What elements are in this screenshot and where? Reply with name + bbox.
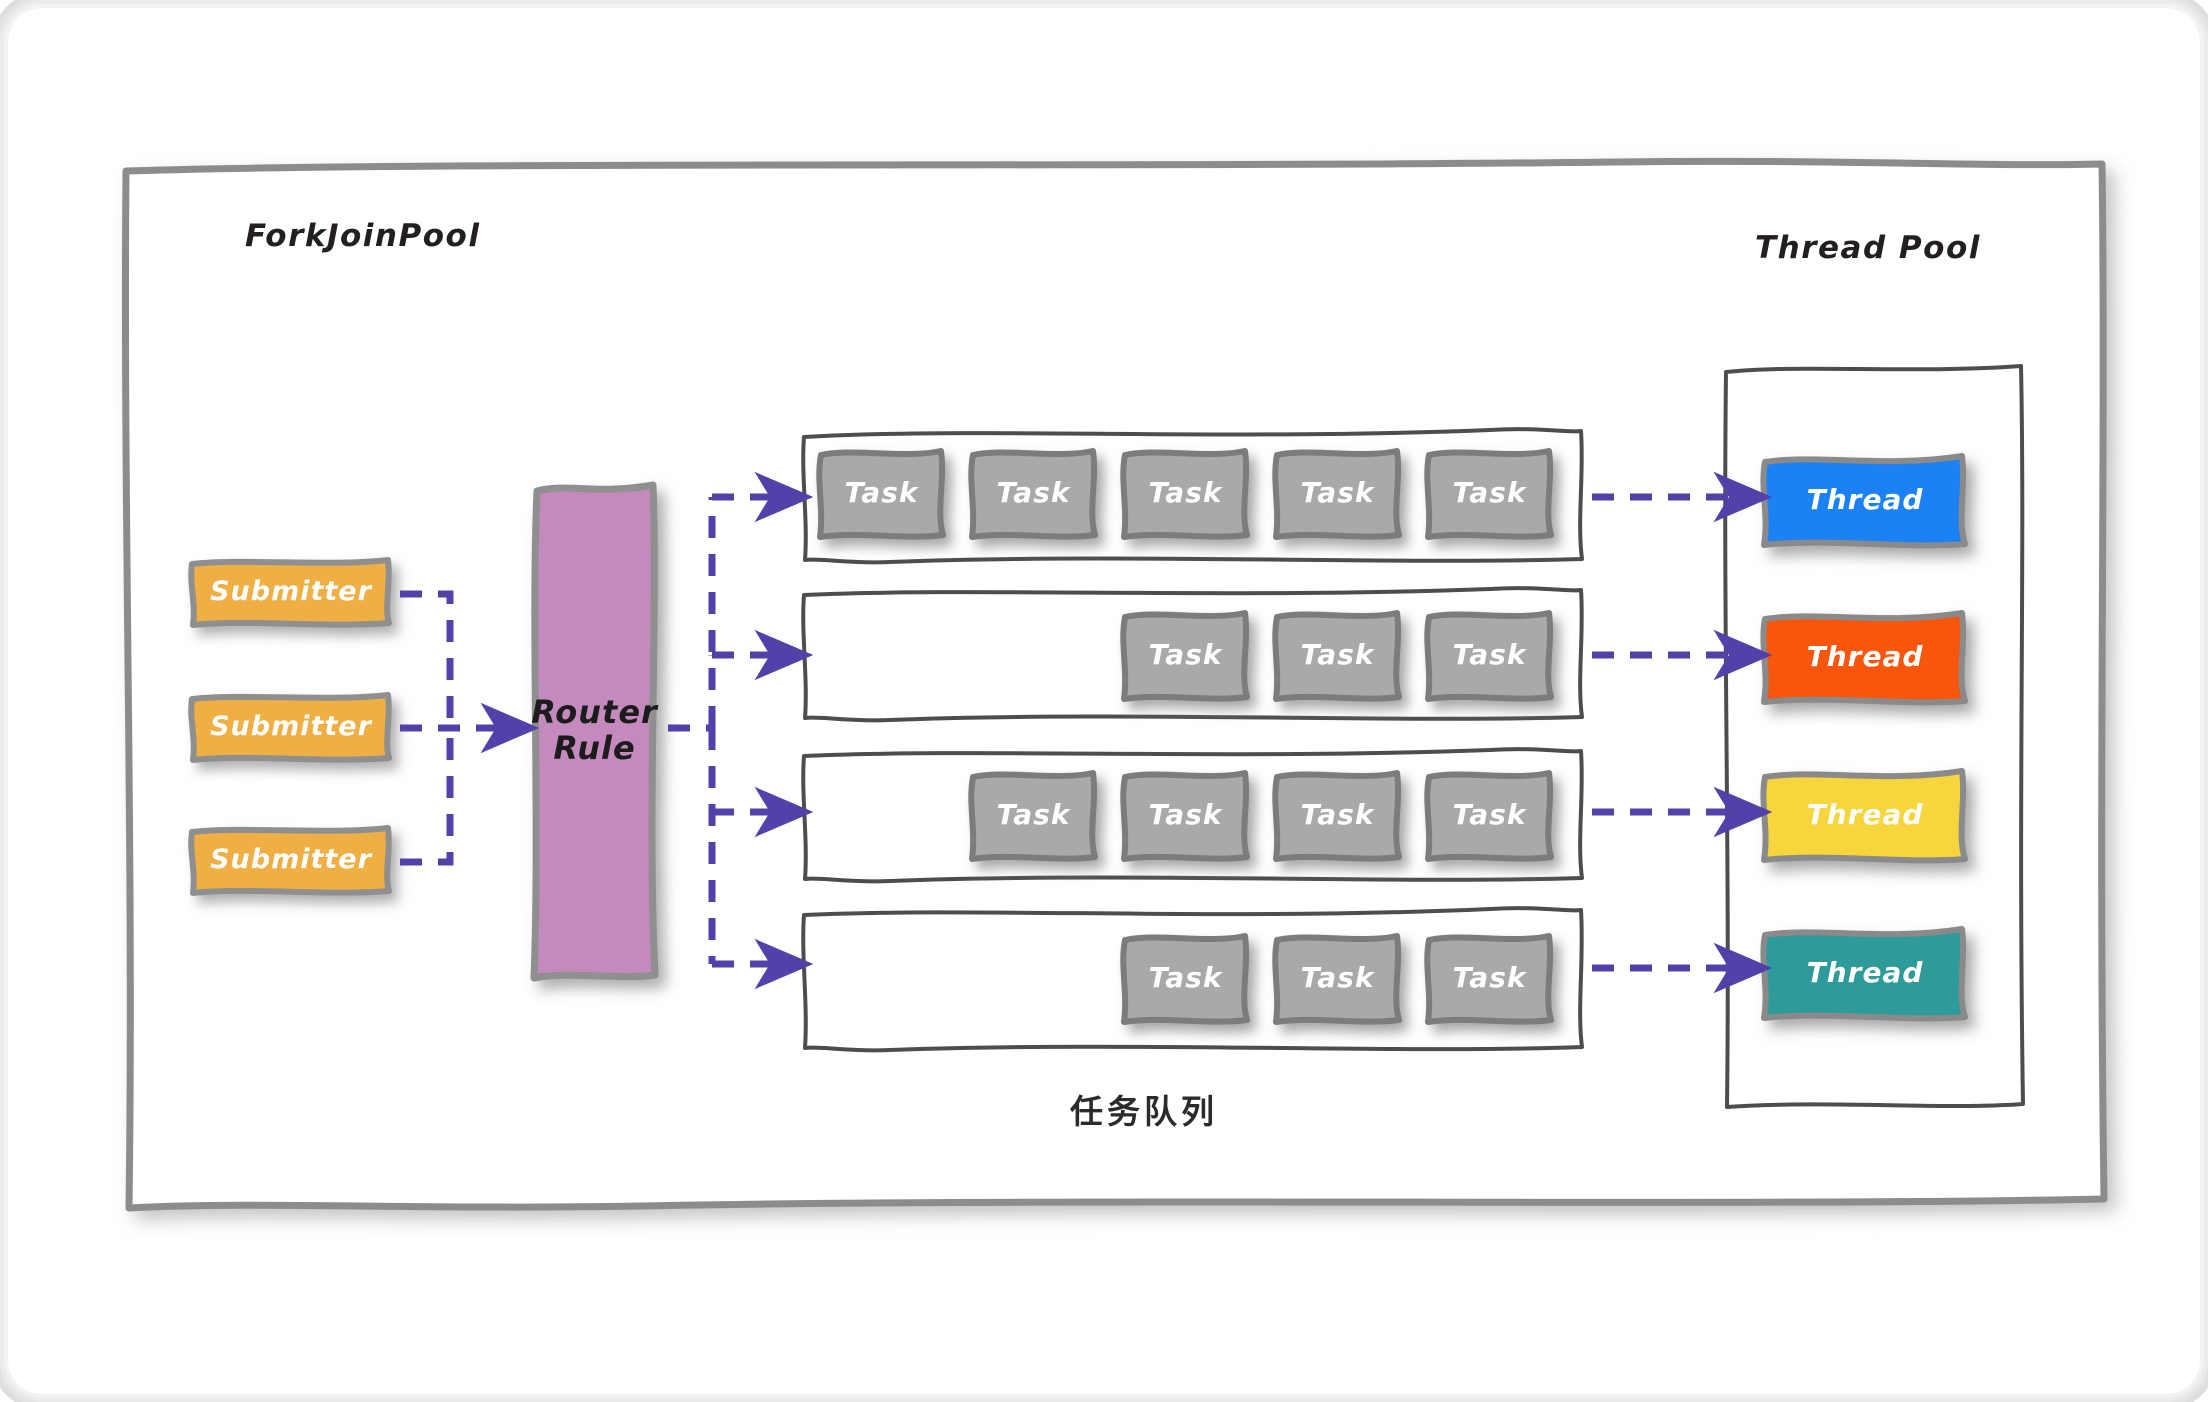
wire-submitter-3 <box>400 730 454 866</box>
connector-layer <box>400 471 1773 994</box>
diagram-canvas: ForkJoinPool Thread Pool 任务队列 Submitter … <box>0 0 2208 1402</box>
wire-submitter-1 <box>400 590 454 728</box>
